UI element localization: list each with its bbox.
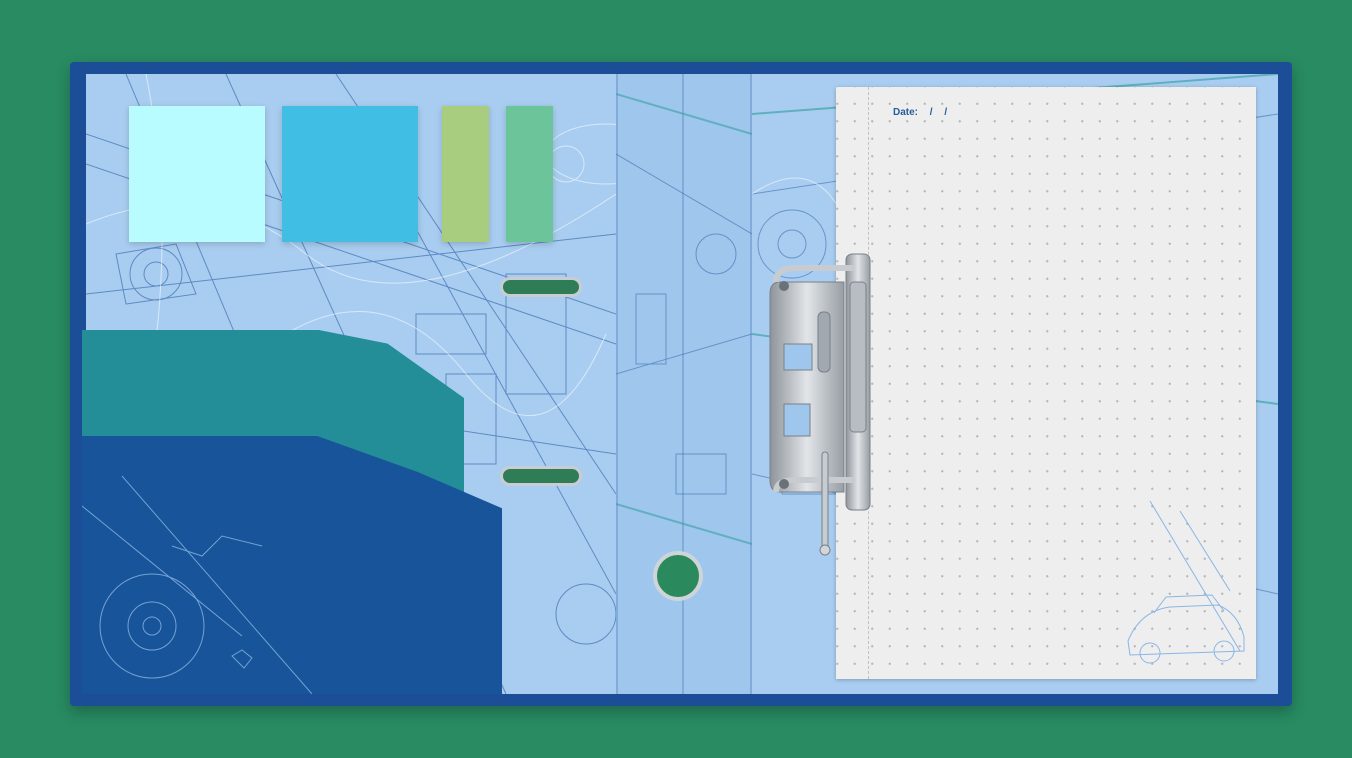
blueprint-pattern-spine — [616, 93, 752, 545]
sticky-flag-green[interactable] — [442, 106, 489, 242]
dotted-paper-sheet[interactable]: Date: / / — [836, 87, 1256, 679]
sticky-note-sky-blue[interactable] — [282, 106, 418, 242]
ring-binder-mechanism[interactable] — [766, 252, 876, 557]
spine-finger-hole[interactable] — [653, 551, 703, 601]
sticky-flag-mint[interactable] — [506, 106, 553, 242]
date-field: Date: / / — [893, 107, 947, 118]
date-separator: / — [929, 107, 933, 118]
binder-spine — [616, 74, 752, 694]
spine-slot-bottom — [500, 466, 582, 486]
spine-slot-top — [500, 277, 582, 297]
date-label: Date: — [893, 107, 919, 118]
sticky-note-light-cyan[interactable] — [129, 106, 265, 242]
car-sketch-icon — [1127, 501, 1245, 664]
date-separator: / — [944, 107, 948, 118]
